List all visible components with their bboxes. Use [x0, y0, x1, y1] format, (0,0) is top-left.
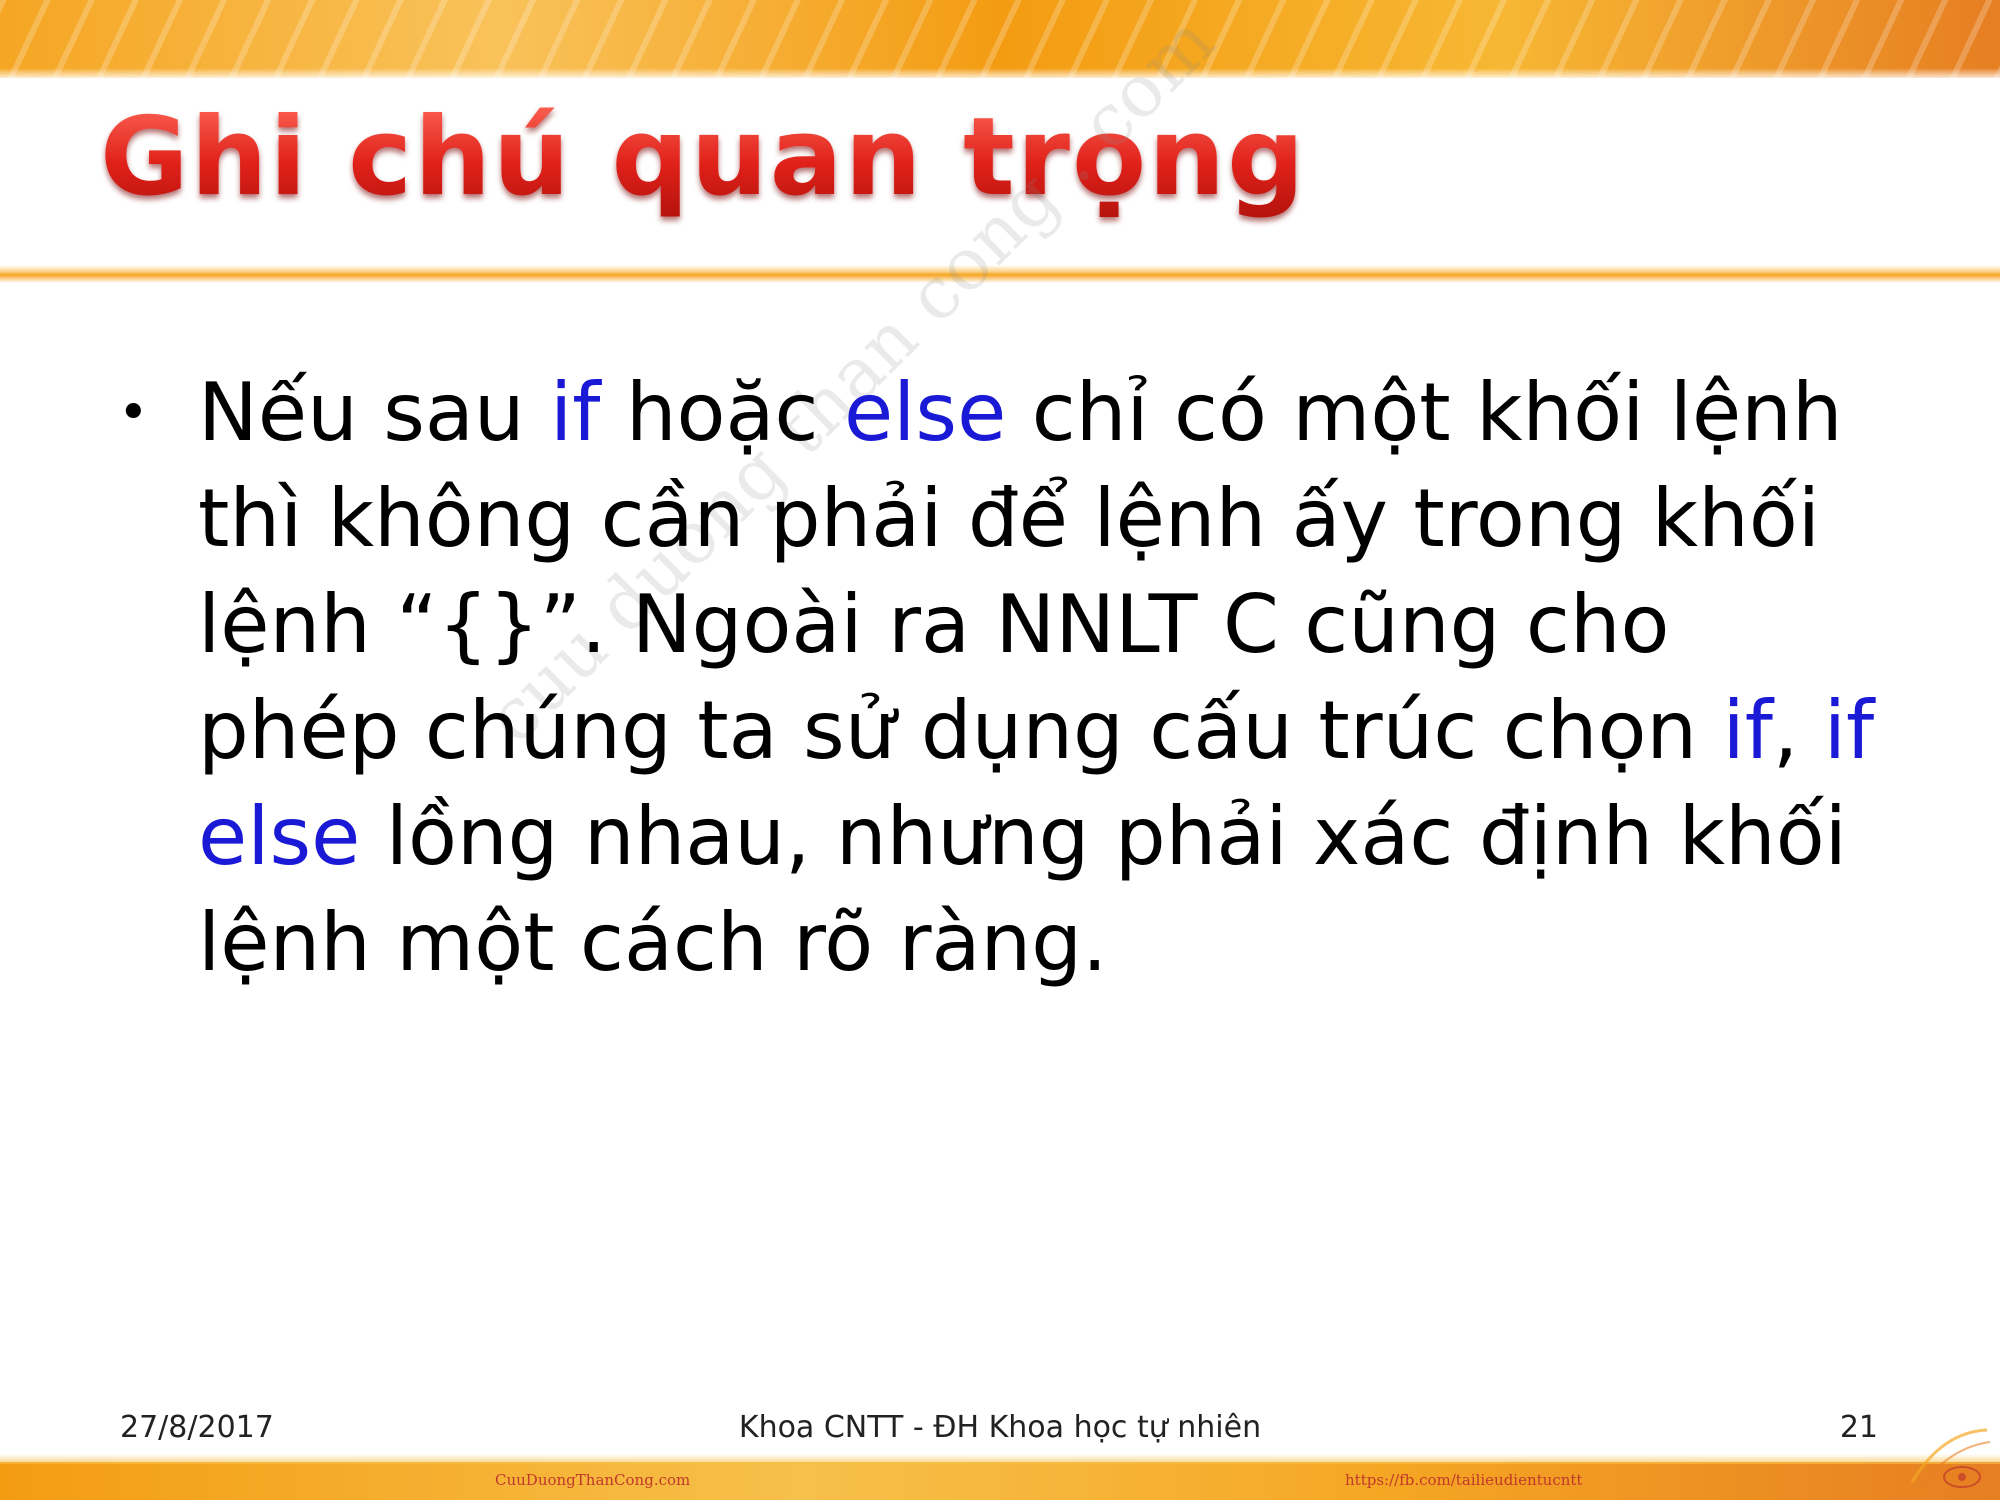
header-decor-band — [0, 0, 2000, 78]
bullet-text: Nếu sau if hoặc else chỉ có một khối lện… — [198, 360, 1878, 996]
page-number: 21 — [1839, 1410, 1878, 1445]
text-part: lồng nhau, nhưng phải xác định khối lệnh… — [198, 790, 1847, 989]
text-part: , — [1772, 684, 1824, 777]
footer-link-left[interactable]: CuuDuongThanCong.com — [495, 1471, 690, 1489]
bullet-icon: • — [118, 383, 149, 443]
slide-body: • Nếu sau if hoặc else chỉ có một khối l… — [118, 360, 1878, 996]
keyword-if: if — [1722, 684, 1773, 777]
footer-department: Khoa CNTT - ĐH Khoa học tự nhiên — [738, 1410, 1262, 1445]
footer-link-right[interactable]: https://fb.com/tailieudientucntt — [1345, 1471, 1582, 1489]
text-part: Nếu sau — [198, 366, 551, 459]
footer-decor-band — [0, 1454, 2000, 1500]
keyword-else: else — [843, 366, 1007, 459]
text-part: hoặc — [600, 366, 844, 459]
keyword-if: if — [550, 366, 601, 459]
corner-swirl-logo-icon — [1910, 1428, 1991, 1488]
